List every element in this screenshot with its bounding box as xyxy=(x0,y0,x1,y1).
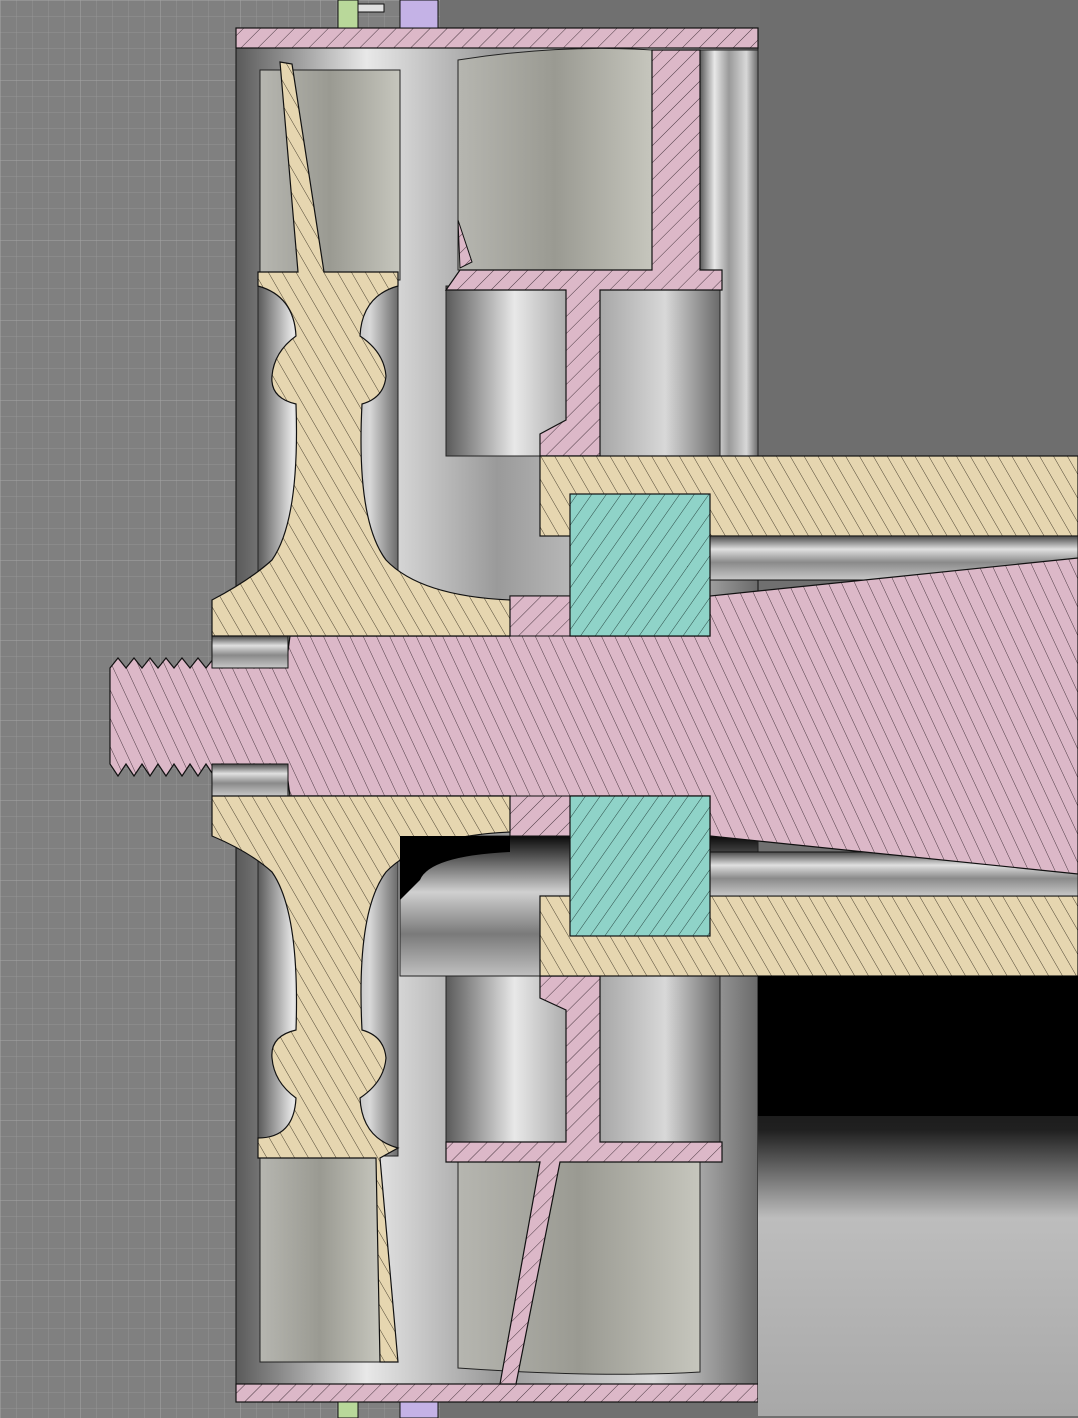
spacer-upper xyxy=(509,595,571,637)
outer-casing-top-flange xyxy=(235,27,759,49)
bottom-pin-green xyxy=(337,1401,359,1418)
top-pin-violet xyxy=(399,0,439,29)
bearing-lower xyxy=(569,795,711,937)
spacer-lower xyxy=(509,795,571,837)
upper-blade-right xyxy=(457,47,653,271)
cad-viewport[interactable] xyxy=(0,0,1078,1418)
top-pin-green xyxy=(337,0,359,29)
lower-blade-right xyxy=(457,1161,701,1375)
bearing-upper xyxy=(569,493,711,637)
bottom-pin-violet xyxy=(399,1401,439,1418)
section-drawing xyxy=(0,0,1078,1418)
upper-blade-left xyxy=(259,69,401,281)
lower-blade-left xyxy=(259,1157,381,1363)
outer-casing-bottom-flange xyxy=(235,1383,759,1403)
